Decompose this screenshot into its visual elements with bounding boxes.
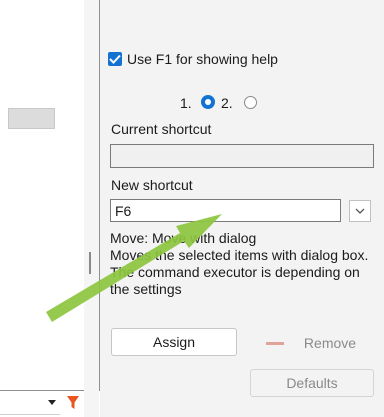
assign-button[interactable]: Assign	[111, 328, 237, 356]
splitter[interactable]	[84, 0, 99, 417]
use-f1-help-label[interactable]: Use F1 for showing help	[127, 51, 278, 67]
use-f1-help-checkbox[interactable]	[108, 52, 122, 66]
minus-icon	[265, 341, 284, 345]
defaults-button-label: Defaults	[286, 375, 338, 391]
left-pane-field[interactable]	[8, 108, 55, 129]
remove-button-label: Remove	[303, 335, 357, 351]
remove-button[interactable]: Remove	[246, 329, 376, 357]
splitter-grip-handle[interactable]	[89, 252, 91, 274]
chevron-down-icon	[355, 208, 365, 214]
new-shortcut-label: New shortcut	[111, 177, 193, 193]
command-description-title: Move: Move with dialog	[110, 230, 257, 246]
shortcut-option-1-label[interactable]: 1.	[180, 95, 192, 111]
checkmark-icon	[109, 54, 121, 64]
combo-arrow-icon[interactable]	[48, 400, 56, 405]
filter-icon[interactable]	[66, 395, 80, 414]
shortcut-option-2-label[interactable]: 2.	[221, 95, 233, 111]
shortcut-option-1-radio[interactable]	[201, 95, 215, 109]
current-shortcut-field	[110, 144, 374, 168]
assign-button-label: Assign	[152, 334, 196, 350]
new-shortcut-input[interactable]: F6	[110, 199, 341, 222]
new-shortcut-dropdown-button[interactable]	[349, 200, 371, 222]
command-description: Move: Move with dialog Moves the selecte…	[110, 230, 376, 316]
current-shortcut-label: Current shortcut	[111, 121, 212, 137]
defaults-button[interactable]: Defaults	[250, 369, 374, 397]
command-description-body: Moves the selected items with dialog box…	[110, 247, 369, 297]
left-pane	[0, 0, 84, 417]
shortcut-option-2-radio[interactable]	[244, 96, 257, 109]
